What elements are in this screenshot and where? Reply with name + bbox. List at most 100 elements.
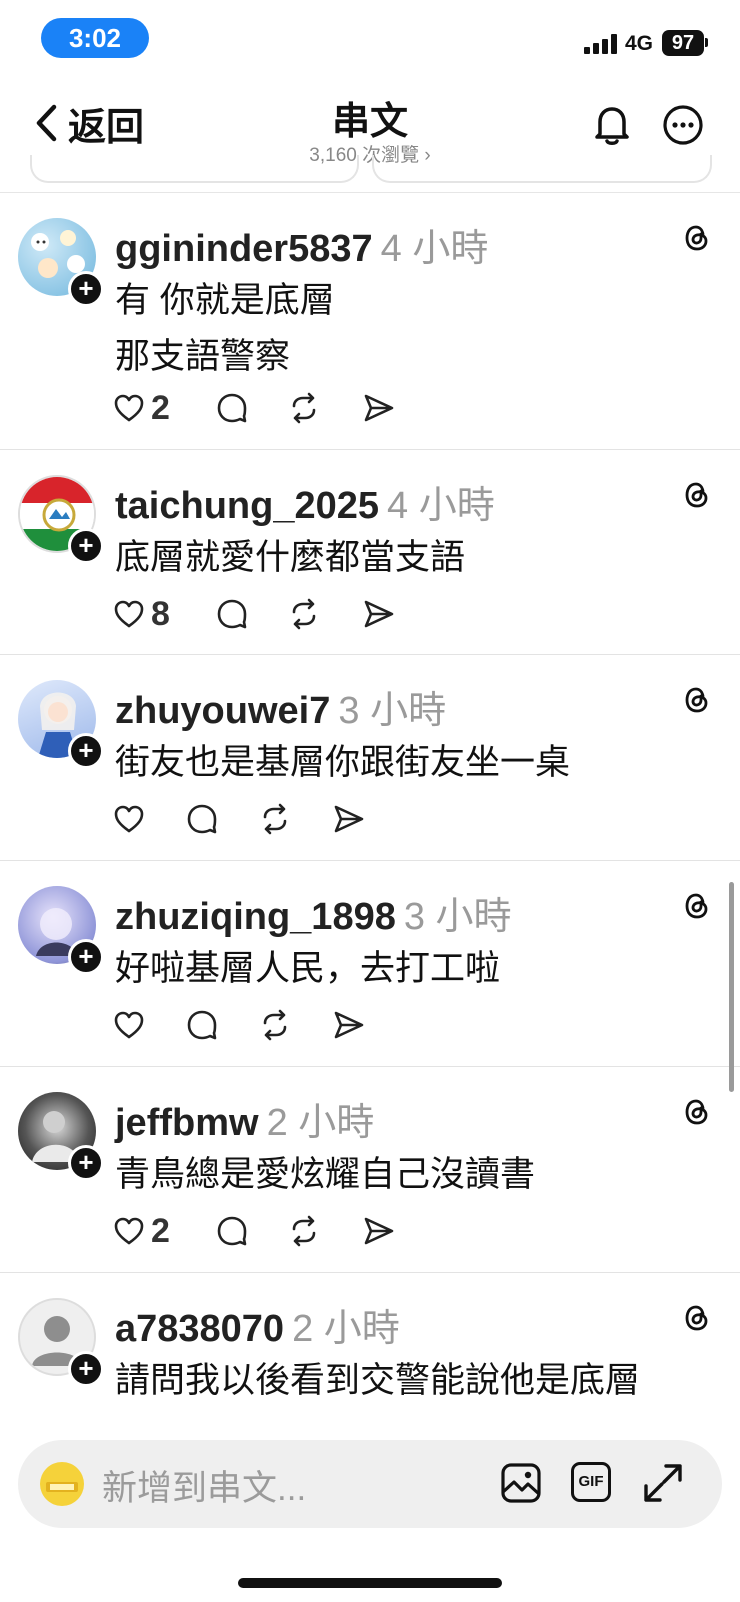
post-item[interactable]: + zhuziqing_1898 3 小時 好啦基層人民，去打工啦 xyxy=(0,861,740,1067)
username[interactable]: zhuyouwei7 xyxy=(115,690,330,732)
composer-input[interactable]: 新增到串文... xyxy=(102,1460,306,1511)
send-icon xyxy=(364,600,394,628)
status-bar: 3:02 4G 97 xyxy=(0,0,740,80)
follow-plus-icon[interactable]: + xyxy=(68,271,104,307)
avatar-image xyxy=(46,1482,78,1492)
heart-icon xyxy=(114,394,144,422)
threads-icon[interactable] xyxy=(682,480,712,510)
post-time: 3 小時 xyxy=(338,690,447,732)
post-item[interactable]: + a7838070 2 小時 請問我以後看到交警能說他是底層 xyxy=(0,1273,740,1453)
comment-icon xyxy=(187,804,217,834)
like-count: 8 xyxy=(151,594,170,633)
post-text-line: 好啦基層人民，去打工啦 xyxy=(115,949,501,988)
follow-plus-icon[interactable]: + xyxy=(68,733,104,769)
my-avatar xyxy=(40,1462,84,1506)
image-icon[interactable] xyxy=(500,1462,542,1504)
like-button[interactable]: 2 xyxy=(113,1212,216,1251)
share-button[interactable] xyxy=(363,599,395,629)
expand-icon[interactable] xyxy=(642,1462,684,1504)
post-time: 4 小時 xyxy=(380,228,489,270)
cutoff-button-right[interactable] xyxy=(372,155,712,183)
username[interactable]: zhuziqing_1898 xyxy=(115,896,396,938)
repost-button[interactable] xyxy=(259,803,333,835)
like-button[interactable]: 8 xyxy=(113,595,216,634)
post-actions xyxy=(113,1005,365,1045)
battery-icon: 97 xyxy=(662,30,704,56)
share-button[interactable] xyxy=(363,1216,395,1246)
heart-icon xyxy=(114,600,144,628)
post-item[interactable]: + ggininder5837 4 小時 有 你就是底層 那支語警察 2 xyxy=(0,193,740,450)
post-header: zhuyouwei7 3 小時 xyxy=(115,679,446,734)
repost-button[interactable] xyxy=(259,1009,333,1041)
repost-icon xyxy=(292,1215,316,1247)
reply-button[interactable] xyxy=(216,598,288,630)
post-item[interactable]: + jeffbmw 2 小時 青鳥總是愛炫耀自己沒讀書 2 xyxy=(0,1067,740,1273)
share-button[interactable] xyxy=(333,1010,365,1040)
repost-icon xyxy=(263,1009,287,1041)
battery-tip xyxy=(705,38,708,47)
signal-icon xyxy=(584,34,620,54)
post-text-line: 那支語警察 xyxy=(115,337,291,376)
post-actions xyxy=(113,799,365,839)
like-button[interactable] xyxy=(113,1010,186,1040)
post-text-line: 有 你就是底層 xyxy=(115,281,335,320)
send-icon xyxy=(364,1217,394,1245)
comment-icon xyxy=(187,1010,217,1040)
network-label: 4G xyxy=(625,32,654,55)
repost-icon xyxy=(263,803,287,835)
post-actions: 2 xyxy=(113,1211,395,1251)
post-actions: 8 xyxy=(113,594,395,634)
follow-plus-icon[interactable]: + xyxy=(68,1351,104,1387)
like-button[interactable] xyxy=(113,804,186,834)
post-header: taichung_2025 4 小時 xyxy=(115,474,495,529)
username[interactable]: a7838070 xyxy=(115,1308,284,1350)
post-time: 4 小時 xyxy=(387,485,495,527)
scrollbar[interactable] xyxy=(729,882,734,1092)
more-icon[interactable] xyxy=(662,104,704,146)
post-text: 好啦基層人民，去打工啦 xyxy=(115,941,500,997)
gif-icon[interactable]: GIF xyxy=(571,1462,611,1502)
username[interactable]: jeffbmw xyxy=(115,1102,259,1144)
repost-button[interactable] xyxy=(288,598,363,630)
repost-icon xyxy=(292,392,316,424)
cutoff-button-left[interactable] xyxy=(30,155,359,183)
like-count: 2 xyxy=(151,1211,170,1250)
post-text: 有 你就是底層 那支語警察 xyxy=(115,273,335,385)
threads-icon[interactable] xyxy=(682,223,712,253)
follow-plus-icon[interactable]: + xyxy=(68,1145,104,1181)
threads-icon[interactable] xyxy=(682,1097,712,1127)
username[interactable]: ggininder5837 xyxy=(115,228,373,270)
post-actions: 2 xyxy=(113,388,395,428)
reply-button[interactable] xyxy=(216,392,288,424)
repost-button[interactable] xyxy=(288,392,363,424)
reply-button[interactable] xyxy=(186,1009,259,1041)
share-button[interactable] xyxy=(333,804,365,834)
reply-button[interactable] xyxy=(186,803,259,835)
post-header: ggininder5837 4 小時 xyxy=(115,217,488,272)
reply-composer[interactable]: 新增到串文... GIF xyxy=(18,1440,722,1528)
username[interactable]: taichung_2025 xyxy=(115,485,379,527)
comment-icon xyxy=(217,1216,247,1246)
post-item[interactable]: + taichung_2025 4 小時 底層就愛什麼都當支語 8 xyxy=(0,450,740,655)
bell-icon[interactable] xyxy=(592,102,632,146)
reply-button[interactable] xyxy=(216,1215,288,1247)
post-item[interactable]: + zhuyouwei7 3 小時 街友也是基層你跟街友坐一桌 xyxy=(0,655,740,861)
post-header: jeffbmw 2 小時 xyxy=(115,1091,374,1146)
heart-icon xyxy=(114,1011,144,1039)
like-button[interactable]: 2 xyxy=(113,389,216,428)
post-text: 請問我以後看到交警能說他是底層 xyxy=(115,1353,640,1409)
follow-plus-icon[interactable]: + xyxy=(68,939,104,975)
heart-icon xyxy=(114,1217,144,1245)
repost-button[interactable] xyxy=(288,1215,363,1247)
comment-icon xyxy=(217,393,247,423)
threads-icon[interactable] xyxy=(682,685,712,715)
share-button[interactable] xyxy=(363,393,395,423)
send-icon xyxy=(334,1011,364,1039)
send-icon xyxy=(334,805,364,833)
threads-icon[interactable] xyxy=(682,1303,712,1333)
repost-icon xyxy=(292,598,316,630)
threads-icon[interactable] xyxy=(682,891,712,921)
like-count: 2 xyxy=(151,388,170,427)
follow-plus-icon[interactable]: + xyxy=(68,528,104,564)
post-time: 2 小時 xyxy=(266,1102,375,1144)
